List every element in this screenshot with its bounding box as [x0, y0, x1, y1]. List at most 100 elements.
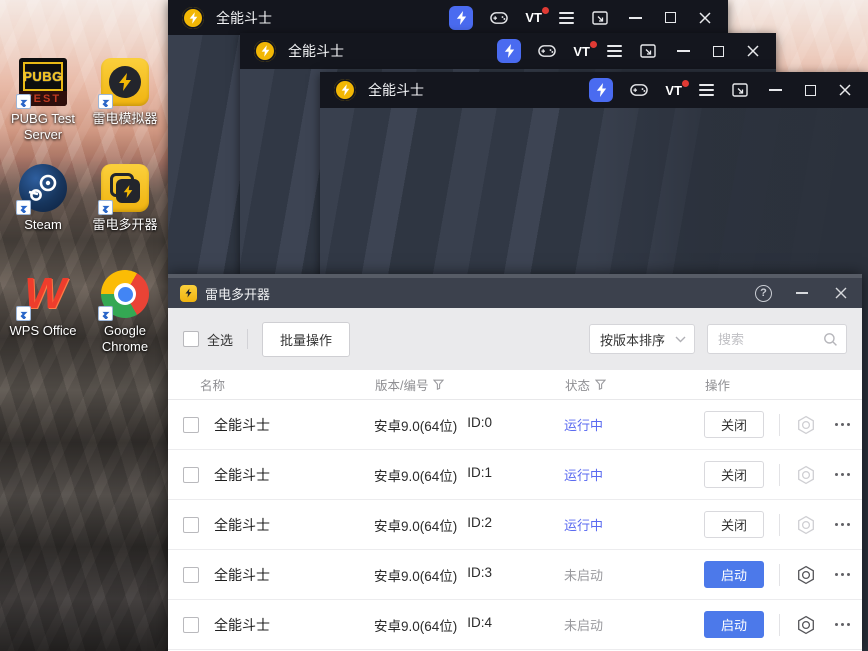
close-instance-button[interactable]: 关闭 [704, 411, 764, 438]
more-options-icon[interactable] [835, 573, 850, 576]
desktop-icon-pubg-test-server[interactable]: PUBG TEST PUBG Test Server [3, 58, 83, 164]
row-divider [779, 563, 780, 586]
manager-toolbar: 全选 批量操作 按版本排序 [168, 308, 862, 370]
shortcut-arrow-icon [16, 306, 31, 321]
row-divider [779, 513, 780, 536]
desktop-icon-ld-multiplayer[interactable]: 雷电多开器 [85, 164, 165, 270]
minimize-icon[interactable] [766, 81, 784, 99]
row-checkbox[interactable] [183, 516, 199, 533]
desktop-icon-label: Steam [24, 217, 62, 232]
menu-icon[interactable] [699, 84, 714, 96]
minimize-icon[interactable] [793, 284, 811, 302]
search-input[interactable] [718, 331, 823, 347]
shortcut-arrow-icon [16, 94, 31, 109]
desktop-icon-label: PUBG Test Server [10, 111, 76, 143]
emulator-titlebar[interactable]: 全能斗士 VT [320, 72, 868, 108]
settings-gear-icon[interactable] [796, 415, 816, 435]
vt-icon[interactable]: VT [525, 7, 549, 25]
window-title: 全能斗士 [216, 9, 272, 26]
close-instance-button[interactable]: 关闭 [704, 511, 764, 538]
menu-icon[interactable] [559, 11, 574, 24]
filter-icon[interactable] [595, 379, 607, 390]
filter-icon[interactable] [433, 379, 445, 390]
instance-name: 全能斗士 [214, 566, 270, 583]
boost-icon[interactable] [497, 39, 522, 63]
sort-dropdown[interactable]: 按版本排序 [589, 324, 695, 354]
small-window-icon[interactable] [591, 9, 609, 27]
boost-icon[interactable] [449, 5, 474, 30]
column-header-status: 状态 [565, 375, 705, 394]
row-divider [779, 413, 780, 436]
gamepad-icon[interactable] [630, 81, 649, 99]
maximize-icon[interactable] [709, 42, 727, 60]
start-instance-button[interactable]: 启动 [704, 561, 764, 588]
manager-titlebar[interactable]: 雷电多开器 ? [168, 278, 862, 308]
boost-icon[interactable] [589, 78, 614, 102]
chevron-down-icon [675, 336, 686, 342]
settings-gear-icon[interactable] [796, 515, 816, 535]
instance-status: 运行中 [564, 418, 604, 433]
desktop-icon-wps-office[interactable]: W WPS Office [3, 269, 83, 376]
toolbar-divider [247, 329, 249, 349]
table-row: 全能斗士 安卓9.0(64位) ID:4 未启动 启动 [168, 600, 862, 650]
vt-icon[interactable]: VT [665, 79, 689, 98]
emulator-titlebar[interactable]: 全能斗士 VT [168, 0, 728, 35]
small-window-icon[interactable] [639, 42, 657, 60]
table-row: 全能斗士 安卓9.0(64位) ID:3 未启动 启动 [168, 550, 862, 600]
settings-gear-icon[interactable] [796, 465, 816, 485]
more-options-icon[interactable] [835, 473, 850, 476]
select-all-checkbox[interactable] [183, 331, 199, 347]
instance-version: 安卓9.0(64位) ID:1 [374, 464, 493, 484]
gamepad-icon[interactable] [490, 9, 509, 27]
row-checkbox[interactable] [183, 616, 199, 633]
maximize-icon[interactable] [801, 81, 819, 99]
row-divider [779, 613, 780, 636]
help-icon[interactable]: ? [755, 284, 772, 302]
instance-table: 全能斗士 安卓9.0(64位) ID:0 运行中 关闭 全能斗士 安卓9.0(64… [168, 400, 862, 651]
shortcut-arrow-icon [98, 306, 113, 321]
instance-name: 全能斗士 [214, 616, 270, 633]
notification-dot [590, 40, 597, 48]
manager-window-title: 雷电多开器 [205, 286, 271, 302]
search-box[interactable] [707, 324, 847, 354]
shortcut-arrow-icon [16, 200, 31, 215]
close-icon[interactable] [836, 81, 854, 99]
desktop-icon-ldplayer[interactable]: 雷电模拟器 [85, 58, 165, 164]
notification-dot [542, 7, 549, 14]
shortcut-arrow-icon [98, 94, 113, 109]
batch-operations-button[interactable]: 批量操作 [262, 321, 351, 357]
table-row: 全能斗士 安卓9.0(64位) ID:1 运行中 关闭 [168, 450, 862, 500]
instance-version: 安卓9.0(64位) ID:2 [374, 514, 493, 534]
more-options-icon[interactable] [835, 423, 850, 426]
desktop-icon-steam[interactable]: Steam [3, 164, 83, 270]
vt-icon[interactable]: VT [573, 40, 597, 59]
menu-icon[interactable] [607, 45, 622, 57]
minimize-icon[interactable] [674, 42, 692, 60]
ld-multiplayer-app-icon [180, 284, 197, 302]
row-checkbox[interactable] [183, 466, 199, 483]
more-options-icon[interactable] [835, 523, 850, 526]
close-icon[interactable] [696, 9, 714, 27]
close-icon[interactable] [744, 42, 762, 60]
gamepad-icon[interactable] [538, 42, 557, 60]
window-title: 全能斗士 [368, 82, 424, 98]
close-icon[interactable] [832, 284, 850, 302]
instance-name: 全能斗士 [214, 416, 270, 433]
desktop-icon-label: 雷电模拟器 [92, 111, 158, 126]
table-header-row: 名称 版本/编号 状态 操作 [168, 370, 862, 400]
emulator-titlebar[interactable]: 全能斗士 VT [240, 33, 776, 69]
instance-status: 运行中 [564, 468, 604, 483]
row-checkbox[interactable] [183, 416, 199, 433]
minimize-icon[interactable] [626, 9, 644, 27]
close-instance-button[interactable]: 关闭 [704, 461, 764, 488]
more-options-icon[interactable] [835, 623, 850, 626]
small-window-icon[interactable] [731, 81, 749, 99]
maximize-icon[interactable] [661, 9, 679, 27]
start-instance-button[interactable]: 启动 [704, 611, 764, 638]
pubg-icon-text: PUBG [23, 62, 63, 91]
settings-gear-icon[interactable] [796, 615, 816, 635]
instance-version: 安卓9.0(64位) ID:4 [374, 614, 493, 634]
settings-gear-icon[interactable] [796, 565, 816, 585]
row-checkbox[interactable] [183, 566, 199, 583]
desktop-icon-google-chrome[interactable]: Google Chrome [85, 270, 165, 376]
